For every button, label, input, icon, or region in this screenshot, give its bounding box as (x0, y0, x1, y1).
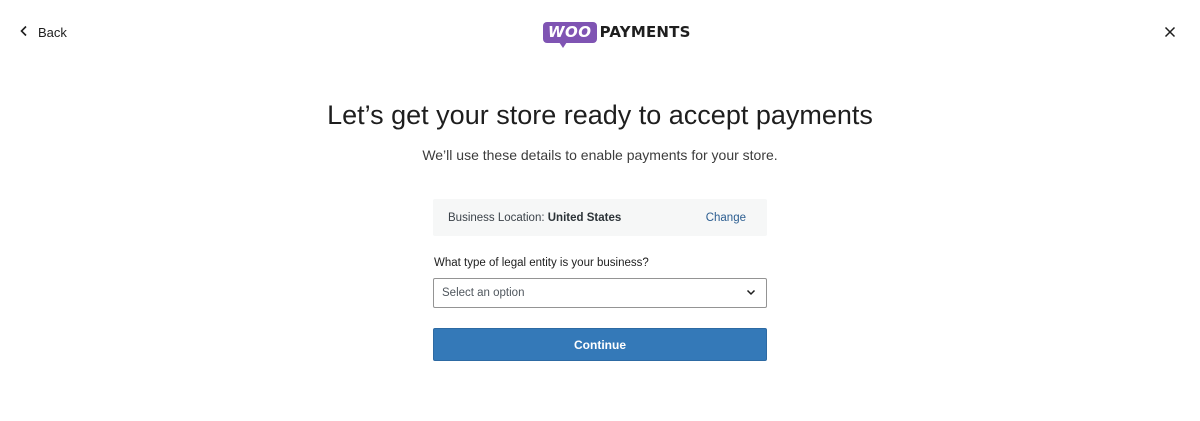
onboarding-page: Back WOO PAYMENTS Let’s get your store r… (0, 0, 1200, 421)
business-location-label: Business Location: (448, 211, 545, 224)
close-icon (1162, 26, 1178, 44)
back-label: Back (38, 24, 67, 40)
page-title: Let’s get your store ready to accept pay… (327, 100, 873, 130)
page-subtitle: We’ll use these details to enable paymen… (422, 147, 778, 163)
chevron-left-icon (18, 25, 30, 40)
back-button[interactable]: Back (18, 22, 67, 42)
business-location-text: Business Location: United States (448, 212, 621, 224)
business-location-value: United States (547, 211, 622, 224)
legal-entity-selected-value: Select an option (442, 287, 525, 299)
close-button[interactable] (1162, 24, 1178, 40)
woopayments-logo: WOO PAYMENTS (543, 20, 691, 48)
continue-button[interactable]: Continue (433, 328, 767, 361)
chevron-down-icon (745, 286, 757, 301)
legal-entity-select[interactable]: Select an option (433, 278, 767, 308)
logo-text: PAYMENTS (599, 23, 691, 41)
logo-bubble: WOO (543, 21, 597, 48)
legal-entity-label: What type of legal entity is your busine… (434, 257, 649, 269)
change-location-link[interactable]: Change (706, 212, 746, 224)
business-location-panel: Business Location: United States Change (433, 199, 767, 236)
